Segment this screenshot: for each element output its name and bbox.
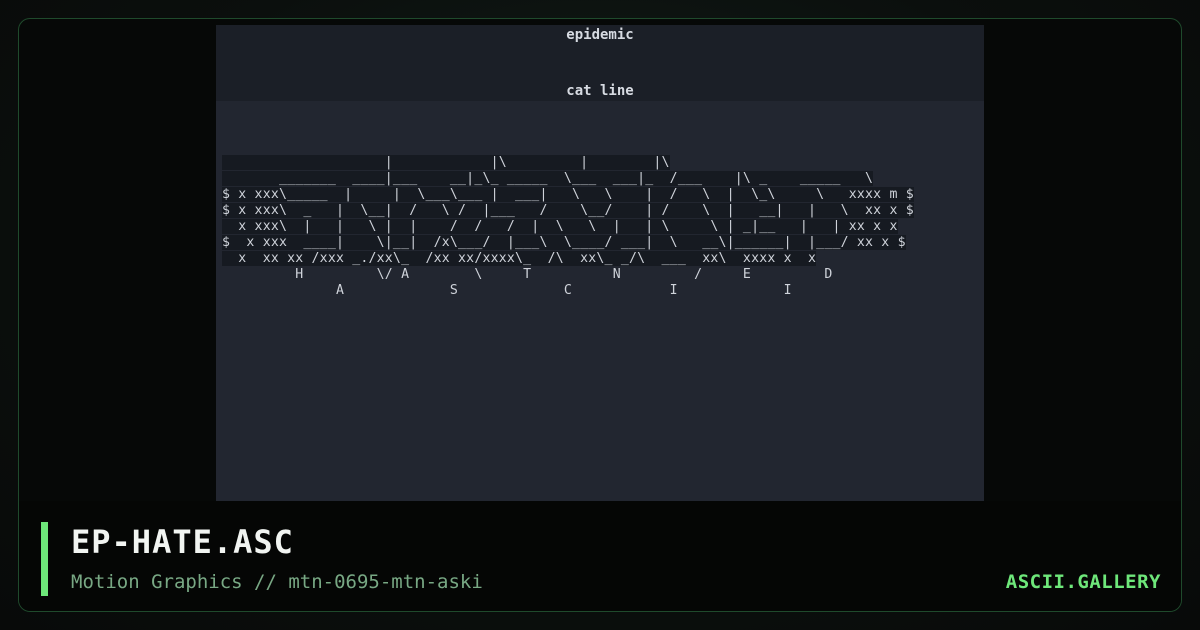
ascii-art-line: A S C I I (222, 283, 792, 298)
site-brand-link[interactable]: ASCII.GALLERY (1006, 571, 1161, 593)
artwork-card[interactable]: epidemic cat line | |\ | |\ _______ ____… (18, 18, 1182, 612)
ascii-art-line: $ x xxx\_____ | | \___\___ | ___| \ \ | … (222, 187, 914, 202)
ascii-art-logo: | |\ | |\ _______ ____|___ __|_\_ _____ … (222, 155, 914, 299)
ascii-art-line: _______ ____|___ __|_\_ _____ \___ ___|_… (222, 171, 874, 186)
ascii-art-line: x xxx\ | | \ | | / / / | \ \ | | \ \ | _… (222, 219, 898, 234)
artwork-title: EP-HATE.ASC (71, 523, 294, 561)
ascii-art-line: $ x xxx\ _ | \__| / \ / |___ / \__/ | / … (222, 203, 914, 218)
page-background: epidemic cat line | |\ | |\ _______ ____… (0, 0, 1200, 630)
ascii-art-line: $ x xxx ____| \|__| /x\___/ |___\ \____/… (222, 235, 906, 250)
artwork-subtitle: Motion Graphics // mtn-0695-mtn-aski (71, 571, 483, 593)
ascii-preview-screen: epidemic cat line | |\ | |\ _______ ____… (216, 25, 984, 501)
screen-subheader-text: cat line (566, 83, 634, 99)
ascii-art-line: | |\ | |\ (222, 155, 670, 170)
ascii-art-line: H \/ A \ T N / E D (222, 267, 833, 282)
accent-bar (41, 522, 48, 596)
ascii-art-line: x xx xx /xxx _./xx\_ /xx xx/xxxx\_ /\ xx… (222, 251, 817, 266)
caption-bar: EP-HATE.ASC Motion Graphics // mtn-0695-… (19, 501, 1181, 611)
screen-header-text: epidemic (566, 27, 634, 43)
